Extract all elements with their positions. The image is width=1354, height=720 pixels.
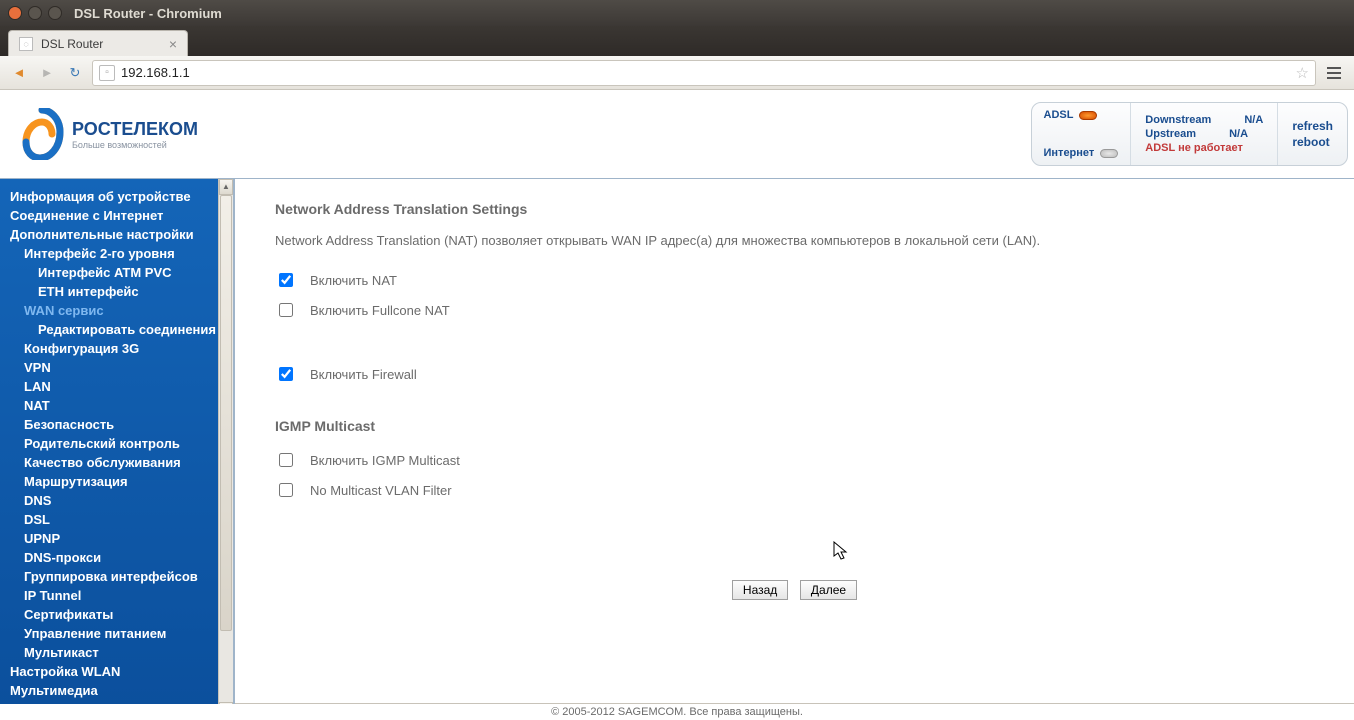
sidebar-item[interactable]: NAT [4,396,233,415]
sidebar-item[interactable]: Родительский контроль [4,434,233,453]
logo-mark-icon [20,108,64,160]
sidebar-item[interactable]: LAN [4,377,233,396]
nat-description: Network Address Translation (NAT) позвол… [275,233,1314,248]
favicon-icon: ◌ [19,37,33,51]
adsl-led-icon [1079,111,1097,120]
sidebar-item[interactable]: IP Tunnel [4,586,233,605]
upstream-value: N/A [1222,128,1248,140]
brand-logo: РОСТЕЛЕКОМ Больше возможностей [20,108,198,160]
sidebar-item[interactable]: DNS-прокси [4,548,233,567]
sidebar-item[interactable]: Конфигурация 3G [4,339,233,358]
upstream-label: Upstream [1145,128,1196,140]
sidebar-item[interactable]: Соединение с Интернет [4,206,233,225]
adsl-label: ADSL [1044,109,1074,121]
tab-close-button[interactable]: × [169,36,177,52]
adsl-warning: ADSL не работает [1145,142,1263,154]
enable-firewall-label: Включить Firewall [310,367,417,382]
enable-fullcone-checkbox[interactable] [279,303,293,317]
enable-firewall-checkbox[interactable] [279,367,293,381]
page-icon: ▫ [99,65,115,81]
sidebar-item[interactable]: Группировка интерфейсов [4,567,233,586]
next-button[interactable]: Далее [800,580,857,600]
sidebar-item[interactable]: Качество обслуживания [4,453,233,472]
browser-menu-button[interactable] [1322,61,1346,85]
sidebar-nav: Информация об устройствеСоединение с Инт… [0,179,233,718]
main-content: Network Address Translation Settings Net… [235,179,1354,622]
sidebar-item[interactable]: Интерфейс 2-го уровня [4,244,233,263]
browser-navbar: ◄ ► ↻ ▫ 192.168.1.1 ☆ [0,56,1354,90]
downstream-label: Downstream [1145,114,1211,126]
enable-igmp-label: Включить IGMP Multicast [310,453,460,468]
tab-title: DSL Router [41,37,103,51]
window-minimize-button[interactable] [28,6,42,20]
enable-igmp-checkbox[interactable] [279,453,293,467]
sidebar-item[interactable]: Редактировать соединения [4,320,233,339]
scroll-up-arrow[interactable]: ▲ [219,179,233,195]
sidebar-item[interactable]: Мультимедиа [4,681,233,700]
sidebar-item[interactable]: Интерфейс ATM PVC [4,263,233,282]
sidebar-item[interactable]: UPNP [4,529,233,548]
brand-slogan: Больше возможностей [72,140,198,150]
bookmark-star-icon[interactable]: ☆ [1296,64,1309,82]
nav-reload-button[interactable]: ↻ [64,62,86,84]
no-multicast-vlan-checkbox[interactable] [279,483,293,497]
window-title: DSL Router - Chromium [74,6,222,21]
window-close-button[interactable] [8,6,22,20]
refresh-link[interactable]: refresh [1292,119,1333,133]
sidebar-item[interactable]: Настройка WLAN [4,662,233,681]
sidebar-item[interactable]: DNS [4,491,233,510]
sidebar-item[interactable]: WAN сервис [4,301,233,320]
reboot-link[interactable]: reboot [1292,135,1333,149]
nav-forward-button[interactable]: ► [36,62,58,84]
sidebar-item[interactable]: VPN [4,358,233,377]
sidebar-item[interactable]: Маршрутизация [4,472,233,491]
enable-fullcone-label: Включить Fullcone NAT [310,303,450,318]
sidebar-item[interactable]: Мультикаст [4,643,233,662]
sidebar-scrollbar[interactable]: ▲ ▼ [218,179,233,718]
sidebar-item[interactable]: Управление питанием [4,624,233,643]
sidebar-item[interactable]: Безопасность [4,415,233,434]
internet-led-icon [1100,149,1118,158]
window-titlebar: DSL Router - Chromium [0,0,1354,26]
url-text: 192.168.1.1 [121,65,1290,80]
back-button[interactable]: Назад [732,580,788,600]
sidebar-item[interactable]: Сертификаты [4,605,233,624]
footer-copyright: © 2005-2012 SAGEMCOM. Все права защищены… [0,704,1354,720]
sidebar-item[interactable]: DSL [4,510,233,529]
igmp-heading: IGMP Multicast [275,418,1314,434]
status-panel: ADSL Интернет DownstreamN/A UpstreamN/A … [1031,102,1349,166]
browser-tabstrip: ◌ DSL Router × [0,26,1354,56]
scrollbar-thumb[interactable] [220,195,232,631]
brand-name: РОСТЕЛЕКОМ [72,119,198,140]
enable-nat-checkbox[interactable] [279,273,293,287]
no-multicast-vlan-label: No Multicast VLAN Filter [310,483,452,498]
router-header: РОСТЕЛЕКОМ Больше возможностей ADSL Инте… [0,90,1354,178]
nav-back-button[interactable]: ◄ [8,62,30,84]
sidebar-item[interactable]: Информация об устройстве [4,187,233,206]
enable-nat-label: Включить NAT [310,273,397,288]
nat-heading: Network Address Translation Settings [275,201,1314,217]
browser-tab[interactable]: ◌ DSL Router × [8,30,188,56]
sidebar-item[interactable]: ETH интерфейс [4,282,233,301]
downstream-value: N/A [1237,114,1263,126]
url-bar[interactable]: ▫ 192.168.1.1 ☆ [92,60,1316,86]
sidebar-item[interactable]: Дополнительные настройки [4,225,233,244]
internet-label: Интернет [1044,147,1095,159]
window-maximize-button[interactable] [48,6,62,20]
